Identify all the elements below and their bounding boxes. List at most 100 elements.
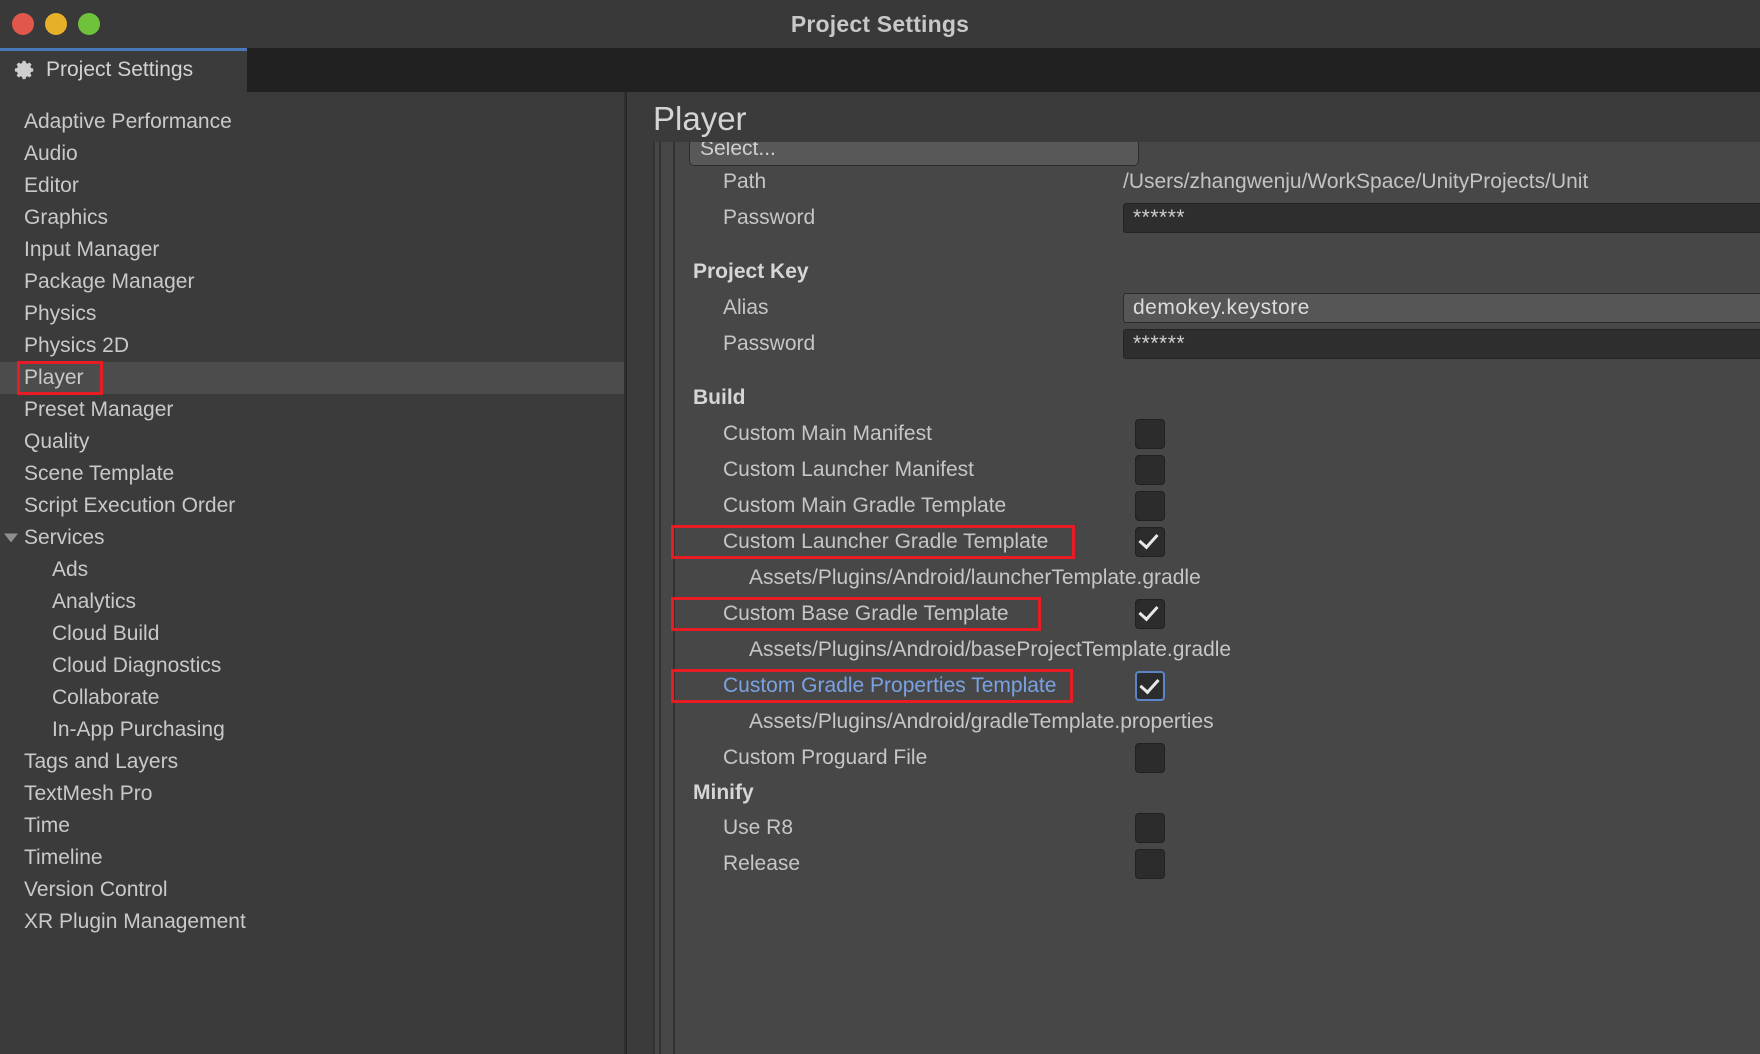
sidebar-item-physics[interactable]: Physics xyxy=(0,298,626,330)
custom-main-gradle-checkbox[interactable] xyxy=(1135,491,1165,521)
sidebar-item-preset-manager[interactable]: Preset Manager xyxy=(0,394,626,426)
row-custom-main-gradle[interactable]: Custom Main Gradle Template xyxy=(679,488,1760,524)
row-alias: Alias demokey.keystore xyxy=(679,290,1760,326)
sidebar-item-time[interactable]: Time xyxy=(0,810,626,842)
sidebar-item-editor[interactable]: Editor xyxy=(0,170,626,202)
gradle-properties-path-value: Assets/Plugins/Android/gradleTemplate.pr… xyxy=(749,710,1214,733)
row-path: Path /Users/zhangwenju/WorkSpace/UnityPr… xyxy=(679,164,1760,200)
sidebar-item-label: Analytics xyxy=(52,590,137,613)
sidebar-item-label: Adaptive Performance xyxy=(24,110,232,133)
row-custom-gradle-properties[interactable]: Custom Gradle Properties Template xyxy=(671,668,1760,704)
custom-proguard-label: Custom Proguard File xyxy=(723,746,928,769)
row-custom-base-gradle[interactable]: Custom Base Gradle Template xyxy=(671,596,1760,632)
sidebar-item-textmesh-pro[interactable]: TextMesh Pro xyxy=(0,778,626,810)
sidebar-item-label: Physics 2D xyxy=(24,334,130,357)
sidebar-item-label: Preset Manager xyxy=(24,398,174,421)
custom-main-manifest-checkbox[interactable] xyxy=(1135,419,1165,449)
key-password-label: Password xyxy=(723,332,816,355)
sidebar-item-cloud-diagnostics[interactable]: Cloud Diagnostics xyxy=(0,650,626,682)
window-title: Project Settings xyxy=(790,10,970,37)
sidebar-item-ads[interactable]: Ads xyxy=(0,554,626,586)
page-title: Player xyxy=(653,100,747,137)
sidebar-item-xr-plugin-management[interactable]: XR Plugin Management xyxy=(0,906,626,938)
password-label: Password xyxy=(723,206,816,229)
use-r8-checkbox[interactable] xyxy=(1135,813,1165,843)
row-minify-header: Minify xyxy=(679,776,1760,810)
row-select-button: Select... xyxy=(679,142,1760,166)
row-custom-launcher-manifest[interactable]: Custom Launcher Manifest xyxy=(679,452,1760,488)
sidebar-item-graphics[interactable]: Graphics xyxy=(0,202,626,234)
settings-sidebar: Adaptive Performance Audio Editor Graphics I… xyxy=(0,92,627,1054)
check-icon xyxy=(1139,673,1160,695)
select-button[interactable]: Select... xyxy=(689,142,1139,166)
sidebar-item-label: In-App Purchasing xyxy=(52,718,225,741)
sidebar-item-label: Collaborate xyxy=(52,686,160,709)
sidebar-item-services[interactable]: Services xyxy=(0,522,626,554)
sidebar-item-player[interactable]: Player xyxy=(0,362,626,394)
custom-gradle-properties-label: Custom Gradle Properties Template xyxy=(723,674,1057,697)
settings-nav-list: Adaptive Performance Audio Editor Graphics I… xyxy=(0,106,626,938)
sidebar-item-version-control[interactable]: Version Control xyxy=(0,874,626,906)
sidebar-item-input-manager[interactable]: Input Manager xyxy=(0,234,626,266)
custom-launcher-gradle-checkbox[interactable] xyxy=(1135,527,1165,557)
custom-main-gradle-label: Custom Main Gradle Template xyxy=(723,494,1007,517)
row-base-gradle-path: Assets/Plugins/Android/baseProjectTempla… xyxy=(679,632,1760,668)
sidebar-item-label: Player xyxy=(24,366,84,389)
sidebar-item-tags-and-layers[interactable]: Tags and Layers xyxy=(0,746,626,778)
custom-base-gradle-checkbox[interactable] xyxy=(1135,599,1165,629)
sidebar-item-label: Timeline xyxy=(24,846,103,869)
alias-field[interactable]: demokey.keystore xyxy=(1123,293,1760,323)
check-icon xyxy=(1138,600,1159,622)
custom-launcher-manifest-label: Custom Launcher Manifest xyxy=(723,458,974,481)
row-use-r8[interactable]: Use R8 xyxy=(679,810,1760,846)
sidebar-item-analytics[interactable]: Analytics xyxy=(0,586,626,618)
sidebar-item-scene-template[interactable]: Scene Template xyxy=(0,458,626,490)
custom-proguard-checkbox[interactable] xyxy=(1135,743,1165,773)
sidebar-item-label: Quality xyxy=(24,430,90,453)
row-custom-launcher-gradle[interactable]: Custom Launcher Gradle Template xyxy=(671,524,1760,560)
sidebar-item-script-execution-order[interactable]: Script Execution Order xyxy=(0,490,626,522)
row-password: Password ****** xyxy=(679,200,1760,236)
custom-base-gradle-label: Custom Base Gradle Template xyxy=(723,602,1009,625)
row-custom-main-manifest[interactable]: Custom Main Manifest xyxy=(679,416,1760,452)
rail-middle xyxy=(659,142,661,1054)
sidebar-item-label: Time xyxy=(24,814,70,837)
sidebar-item-label: Tags and Layers xyxy=(24,750,179,773)
sidebar-item-label: Package Manager xyxy=(24,270,195,293)
sidebar-item-in-app-purchasing[interactable]: In-App Purchasing xyxy=(0,714,626,746)
custom-launcher-manifest-checkbox[interactable] xyxy=(1135,455,1165,485)
sidebar-scrollbar[interactable] xyxy=(624,92,626,1054)
base-gradle-path-value: Assets/Plugins/Android/baseProjectTempla… xyxy=(749,638,1232,661)
row-custom-proguard[interactable]: Custom Proguard File xyxy=(679,740,1760,776)
sidebar-item-quality[interactable]: Quality xyxy=(0,426,626,458)
sidebar-item-audio[interactable]: Audio xyxy=(0,138,626,170)
sidebar-item-label: Cloud Build xyxy=(52,622,160,645)
password-field[interactable]: ****** xyxy=(1123,203,1760,233)
sidebar-item-physics-2d[interactable]: Physics 2D xyxy=(0,330,626,362)
minify-heading: Minify xyxy=(693,781,754,804)
release-checkbox[interactable] xyxy=(1135,849,1165,879)
custom-gradle-properties-checkbox[interactable] xyxy=(1135,671,1165,701)
tab-strip: Project Settings xyxy=(0,48,1760,92)
sidebar-item-adaptive-performance[interactable]: Adaptive Performance xyxy=(0,106,626,138)
sidebar-item-package-manager[interactable]: Package Manager xyxy=(0,266,626,298)
row-project-key-header: Project Key xyxy=(679,254,1760,290)
chevron-down-icon[interactable] xyxy=(4,533,18,543)
sidebar-item-label: Ads xyxy=(52,558,89,581)
settings-content: Select... Path /Users/zhangwenju/WorkSpa… xyxy=(653,142,1760,1054)
sidebar-item-collaborate[interactable]: Collaborate xyxy=(0,682,626,714)
alias-label: Alias xyxy=(723,296,769,319)
sidebar-item-label: Scene Template xyxy=(24,462,175,485)
row-release[interactable]: Release xyxy=(679,846,1760,882)
project-settings-window: Project Settings Project Settings Adapti… xyxy=(0,0,1760,1054)
tab-project-settings[interactable]: Project Settings xyxy=(0,48,247,92)
gear-icon xyxy=(14,59,36,81)
key-password-field[interactable]: ****** xyxy=(1123,329,1760,359)
row-launcher-gradle-path: Assets/Plugins/Android/launcherTemplate.… xyxy=(679,560,1760,596)
path-label: Path xyxy=(723,170,767,193)
sidebar-item-timeline[interactable]: Timeline xyxy=(0,842,626,874)
sidebar-item-label: Editor xyxy=(24,174,79,197)
sidebar-item-label: Cloud Diagnostics xyxy=(52,654,222,677)
sidebar-item-cloud-build[interactable]: Cloud Build xyxy=(0,618,626,650)
